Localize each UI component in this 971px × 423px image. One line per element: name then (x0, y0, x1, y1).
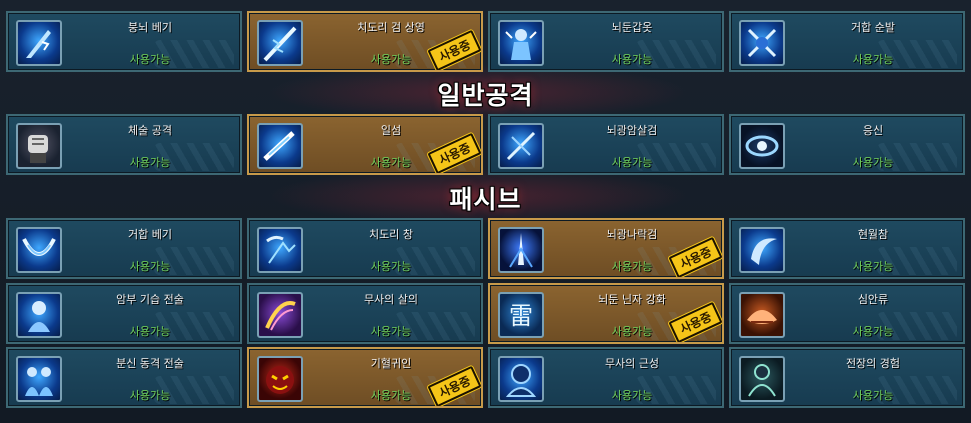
skill-status: 사용가능 (129, 260, 171, 273)
skill-slot[interactable]: 체술 공격사용가능 (6, 114, 242, 175)
lightning-assassin-icon (498, 123, 544, 169)
skill-name: 체술 공격 (128, 124, 172, 137)
skill-status: 사용가능 (129, 325, 171, 338)
skill-status: 사용가능 (852, 389, 894, 402)
section-title-basic-attack: 일반공격 (437, 81, 534, 110)
skill-name: 전장의 경험 (845, 357, 901, 370)
lightning-spear-icon (257, 227, 303, 273)
skill-status: 사용가능 (129, 156, 171, 169)
section-title-top-cropped (430, 0, 540, 4)
skill-slot[interactable]: 암부 기습 전술사용가능 (6, 283, 242, 344)
skill-name: 암부 기습 전술 (116, 293, 184, 306)
lightning-blade-icon (16, 20, 62, 66)
skill-status: 사용가능 (129, 53, 171, 66)
flash-slash-icon (257, 123, 303, 169)
skill-status: 사용가능 (852, 325, 894, 338)
quick-draw-icon (739, 20, 785, 66)
battlefield-experience-icon (739, 356, 785, 402)
skill-name: 응신 (862, 124, 884, 137)
draw-slash-icon (16, 227, 62, 273)
skill-name: 거합 베기 (128, 228, 172, 241)
skill-name: 분신 동격 전술 (116, 357, 184, 370)
skill-slot[interactable]: 거합 순발사용가능 (729, 11, 965, 72)
skill-slot[interactable]: 심안류사용가능 (729, 283, 965, 344)
skill-status: 사용가능 (370, 325, 412, 338)
demon-face-icon (257, 356, 303, 402)
skill-name: 뇌둔갑옷 (611, 21, 653, 34)
skill-status: 사용가능 (852, 156, 894, 169)
skill-slot[interactable]: 현월참사용가능 (729, 218, 965, 279)
section-title-passive: 패시브 (449, 185, 522, 214)
skill-slot[interactable]: 붕뇌 베기사용가능 (6, 11, 242, 72)
skill-slot[interactable]: 응신사용가능 (729, 114, 965, 175)
skill-slot[interactable]: 무사의 근성사용가능 (488, 347, 724, 408)
skill-name: 무사의 살의 (363, 293, 419, 306)
svg-text:雷: 雷 (509, 302, 533, 330)
lightning-sword-icon (257, 20, 303, 66)
skill-slot[interactable]: 무사의 살의사용가능 (247, 283, 483, 344)
lightning-armor-icon (498, 20, 544, 66)
fist-icon (16, 123, 62, 169)
skill-slot[interactable]: 뇌광나락검 사용가능 사용중 (488, 218, 724, 279)
skill-name: 기혈귀인 (370, 357, 412, 370)
skill-name: 현월참 (857, 228, 889, 241)
thunder-rune-icon: 雷 (498, 292, 544, 338)
skill-status: 사용가능 (611, 156, 653, 169)
skill-status: 사용가능 (129, 389, 171, 402)
crescent-moon-icon (739, 227, 785, 273)
skill-status: 사용가능 (611, 53, 653, 66)
skill-slot[interactable]: 일섬 사용가능 사용중 (247, 114, 483, 175)
skill-name: 뇌광암살검 (606, 124, 658, 137)
skill-slot[interactable]: 뇌광암살검사용가능 (488, 114, 724, 175)
abyss-sword-icon (498, 227, 544, 273)
skill-status: 사용가능 (611, 389, 653, 402)
skill-slot[interactable]: 雷 뇌둔 닌자 강화 사용가능 사용중 (488, 283, 724, 344)
skill-name: 거합 순발 (851, 21, 895, 34)
skill-name: 심안류 (857, 293, 889, 306)
skill-slot[interactable]: 기혈귀인 사용가능 사용중 (247, 347, 483, 408)
skill-status: 사용가능 (852, 260, 894, 273)
skill-slot[interactable]: 전장의 경험사용가능 (729, 347, 965, 408)
eye-icon (739, 123, 785, 169)
skill-name: 뇌둔 닌자 강화 (598, 293, 666, 306)
inner-eye-style-icon (739, 292, 785, 338)
skill-slot[interactable]: 거합 베기사용가능 (6, 218, 242, 279)
skill-name: 붕뇌 베기 (128, 21, 172, 34)
skill-slot[interactable]: 치도리 검 상영 사용가능 사용중 (247, 11, 483, 72)
skill-status: 사용가능 (370, 260, 412, 273)
warrior-spirit-icon (498, 356, 544, 402)
skill-slot[interactable]: 치도리 창사용가능 (247, 218, 483, 279)
skill-slot[interactable]: 뇌둔갑옷사용가능 (488, 11, 724, 72)
skill-name: 무사의 근성 (604, 357, 660, 370)
skill-status: 사용가능 (852, 53, 894, 66)
killing-intent-icon (257, 292, 303, 338)
skill-name: 일섬 (380, 124, 402, 137)
clone-icon (16, 356, 62, 402)
skill-name: 치도리 창 (369, 228, 413, 241)
skill-name: 치도리 검 상영 (357, 21, 425, 34)
skill-name: 뇌광나락검 (606, 228, 658, 241)
skill-slot[interactable]: 분신 동격 전술사용가능 (6, 347, 242, 408)
ambush-icon (16, 292, 62, 338)
